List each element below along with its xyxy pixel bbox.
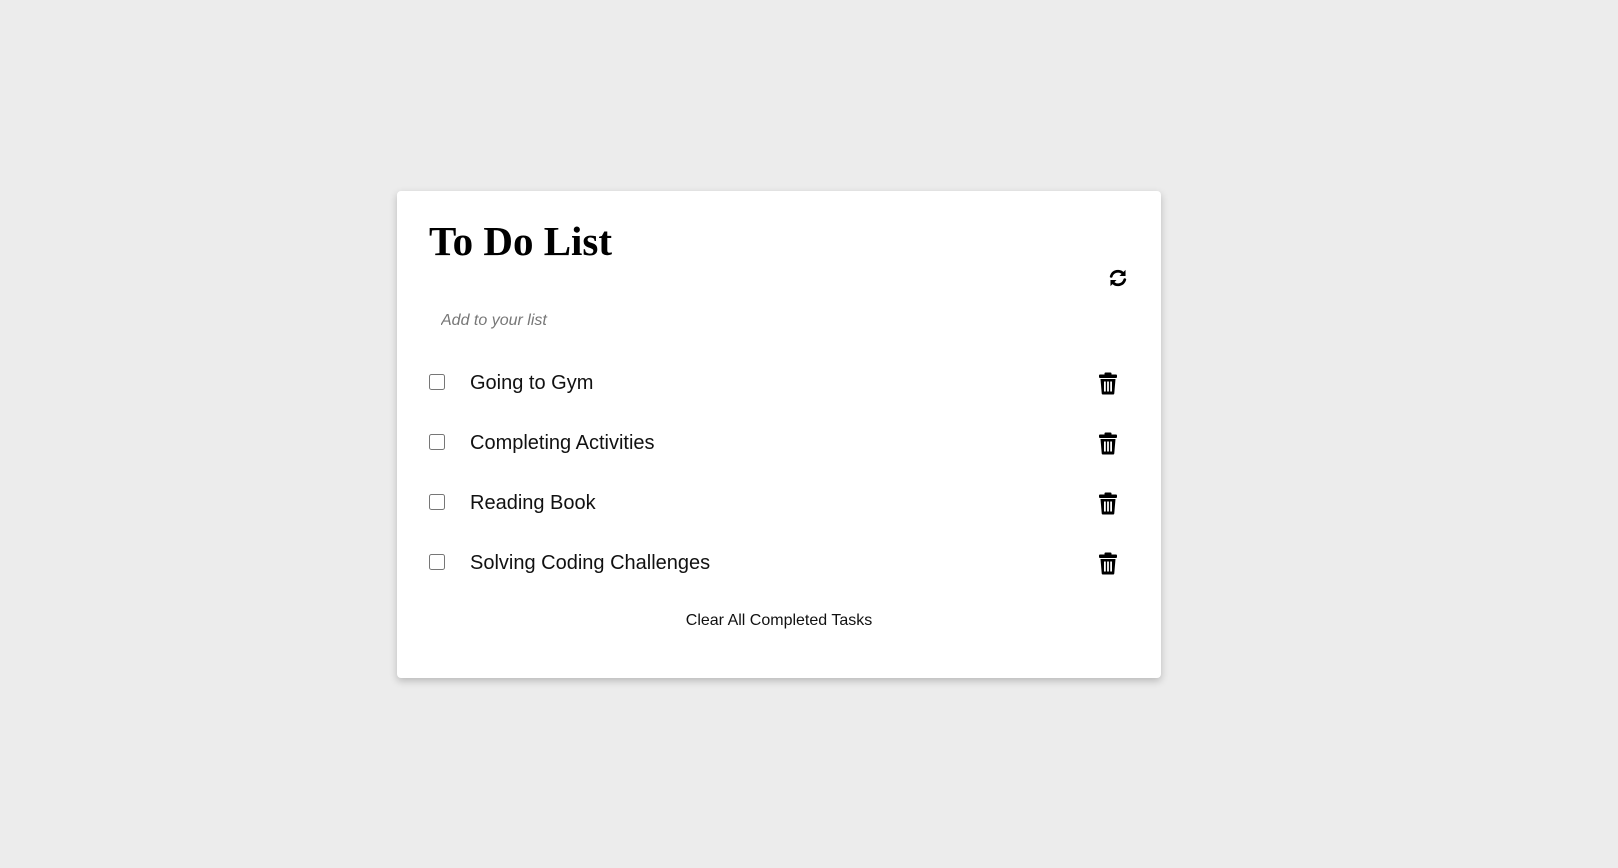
task-checkbox[interactable] [429,554,445,570]
task-item: Completing Activities [429,423,1129,463]
add-task-input[interactable] [429,306,1129,336]
task-item: Going to Gym [429,363,1129,403]
trash-icon[interactable] [1097,551,1119,575]
task-label: Completing Activities [470,432,655,454]
trash-icon[interactable] [1097,431,1119,455]
task-checkbox[interactable] [429,434,445,450]
task-checkbox[interactable] [429,494,445,510]
trash-icon[interactable] [1097,371,1119,395]
task-label: Solving Coding Challenges [470,552,711,574]
task-item: Solving Coding Challenges [429,543,1129,583]
trash-icon[interactable] [1097,491,1119,515]
clear-completed-button[interactable]: Clear All Completed Tasks [397,611,1161,631]
task-checkbox[interactable] [429,374,445,390]
todo-card: To Do List Going to Gym Completing Activ… [397,191,1161,678]
task-label: Going to Gym [470,372,594,394]
task-item: Reading Book [429,483,1129,523]
page-title: To Do List [429,218,613,264]
task-label: Reading Book [470,492,596,514]
refresh-icon[interactable] [1107,267,1129,289]
